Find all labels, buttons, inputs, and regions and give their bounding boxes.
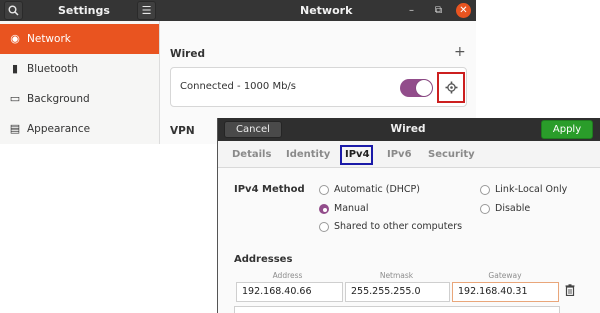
- tab-details[interactable]: Details: [232, 141, 271, 168]
- settings-titlebar: Settings ☰ Network – ⧉ ✕: [0, 0, 476, 21]
- radio-label: Shared to other computers: [334, 221, 463, 232]
- radio-label: Disable: [495, 203, 531, 214]
- wired-toggle[interactable]: [400, 79, 433, 97]
- add-connection-button[interactable]: +: [454, 44, 466, 60]
- radio-dot: [319, 222, 329, 232]
- panel-title: Network: [300, 4, 353, 17]
- radio-label: Automatic (DHCP): [334, 184, 420, 195]
- sidebar-item-appearance[interactable]: ▤ Appearance: [0, 114, 159, 144]
- radio-dot: [480, 204, 490, 214]
- netmask-input[interactable]: 255.255.255.0: [345, 282, 450, 302]
- gear-icon: [445, 81, 457, 94]
- sidebar-item-background[interactable]: ▭ Background: [0, 84, 159, 114]
- column-header-address: Address: [272, 271, 303, 280]
- settings-sidebar: ◉ Network ▮ Bluetooth ▭ Background ▤ App…: [0, 21, 160, 144]
- wired-settings-button[interactable]: [437, 72, 465, 103]
- wired-connection-row: Connected - 1000 Mb/s: [170, 67, 467, 107]
- gateway-input[interactable]: 192.168.40.31: [452, 282, 559, 302]
- method-disable-radio[interactable]: Disable: [480, 202, 530, 216]
- addresses-label: Addresses: [234, 254, 293, 265]
- menu-button[interactable]: ☰: [137, 1, 156, 20]
- method-link-local-radio[interactable]: Link-Local Only: [480, 183, 567, 197]
- close-icon: ✕: [459, 5, 468, 16]
- tab-identity[interactable]: Identity: [286, 141, 330, 168]
- maximize-button[interactable]: ⧉: [431, 3, 446, 18]
- sidebar-item-label: Network: [27, 33, 71, 45]
- column-header-gateway: Gateway: [488, 271, 522, 280]
- dialog-tabs: Details Identity IPv4 IPv6 Security: [218, 141, 600, 168]
- settings-title: Settings: [58, 4, 110, 17]
- empty-address-row[interactable]: [234, 306, 560, 313]
- radio-dot: [480, 185, 490, 195]
- minimize-icon: –: [409, 5, 414, 16]
- hamburger-icon: ☰: [141, 4, 152, 17]
- search-button[interactable]: [4, 1, 23, 20]
- tab-ipv4[interactable]: IPv4: [345, 141, 370, 168]
- network-icon: ◉: [10, 32, 20, 45]
- cancel-button[interactable]: Cancel: [224, 121, 282, 138]
- sidebar-item-label: Appearance: [27, 123, 91, 135]
- dialog-header: Cancel Wired Apply: [218, 118, 600, 141]
- address-input[interactable]: 192.168.40.66: [236, 282, 343, 302]
- tab-security[interactable]: Security: [428, 141, 475, 168]
- radio-label: Manual: [334, 203, 369, 214]
- tab-ipv6[interactable]: IPv6: [387, 141, 412, 168]
- background-icon: ▭: [9, 92, 21, 105]
- column-header-netmask: Netmask: [379, 271, 414, 280]
- apply-button[interactable]: Apply: [541, 120, 593, 139]
- sidebar-item-label: Background: [27, 93, 90, 105]
- radio-dot-selected: [319, 204, 329, 214]
- bluetooth-icon: ▮: [11, 62, 19, 75]
- delete-address-button[interactable]: [563, 284, 577, 300]
- wired-heading: Wired: [170, 48, 205, 60]
- ipv4-method-label: IPv4 Method: [234, 184, 305, 195]
- radio-dot: [319, 185, 329, 195]
- toggle-knob: [416, 80, 432, 96]
- sidebar-item-bluetooth[interactable]: ▮ Bluetooth: [0, 54, 159, 84]
- appearance-icon: ▤: [9, 122, 21, 135]
- wired-dialog: Cancel Wired Apply Details Identity IPv4…: [217, 118, 600, 313]
- close-button[interactable]: ✕: [456, 3, 471, 18]
- dialog-title: Wired: [390, 123, 426, 135]
- wired-status: Connected - 1000 Mb/s: [180, 81, 296, 92]
- method-dhcp-radio[interactable]: Automatic (DHCP): [319, 183, 420, 197]
- minimize-button[interactable]: –: [404, 3, 419, 18]
- sidebar-item-network[interactable]: ◉ Network: [0, 24, 159, 54]
- restore-icon: ⧉: [434, 5, 443, 16]
- sidebar-item-label: Bluetooth: [27, 63, 78, 75]
- trash-icon: [565, 284, 575, 297]
- search-icon: [8, 5, 19, 16]
- vpn-heading: VPN: [170, 125, 195, 137]
- method-shared-radio[interactable]: Shared to other computers: [319, 220, 462, 234]
- radio-label: Link-Local Only: [495, 184, 568, 195]
- method-manual-radio[interactable]: Manual: [319, 202, 369, 216]
